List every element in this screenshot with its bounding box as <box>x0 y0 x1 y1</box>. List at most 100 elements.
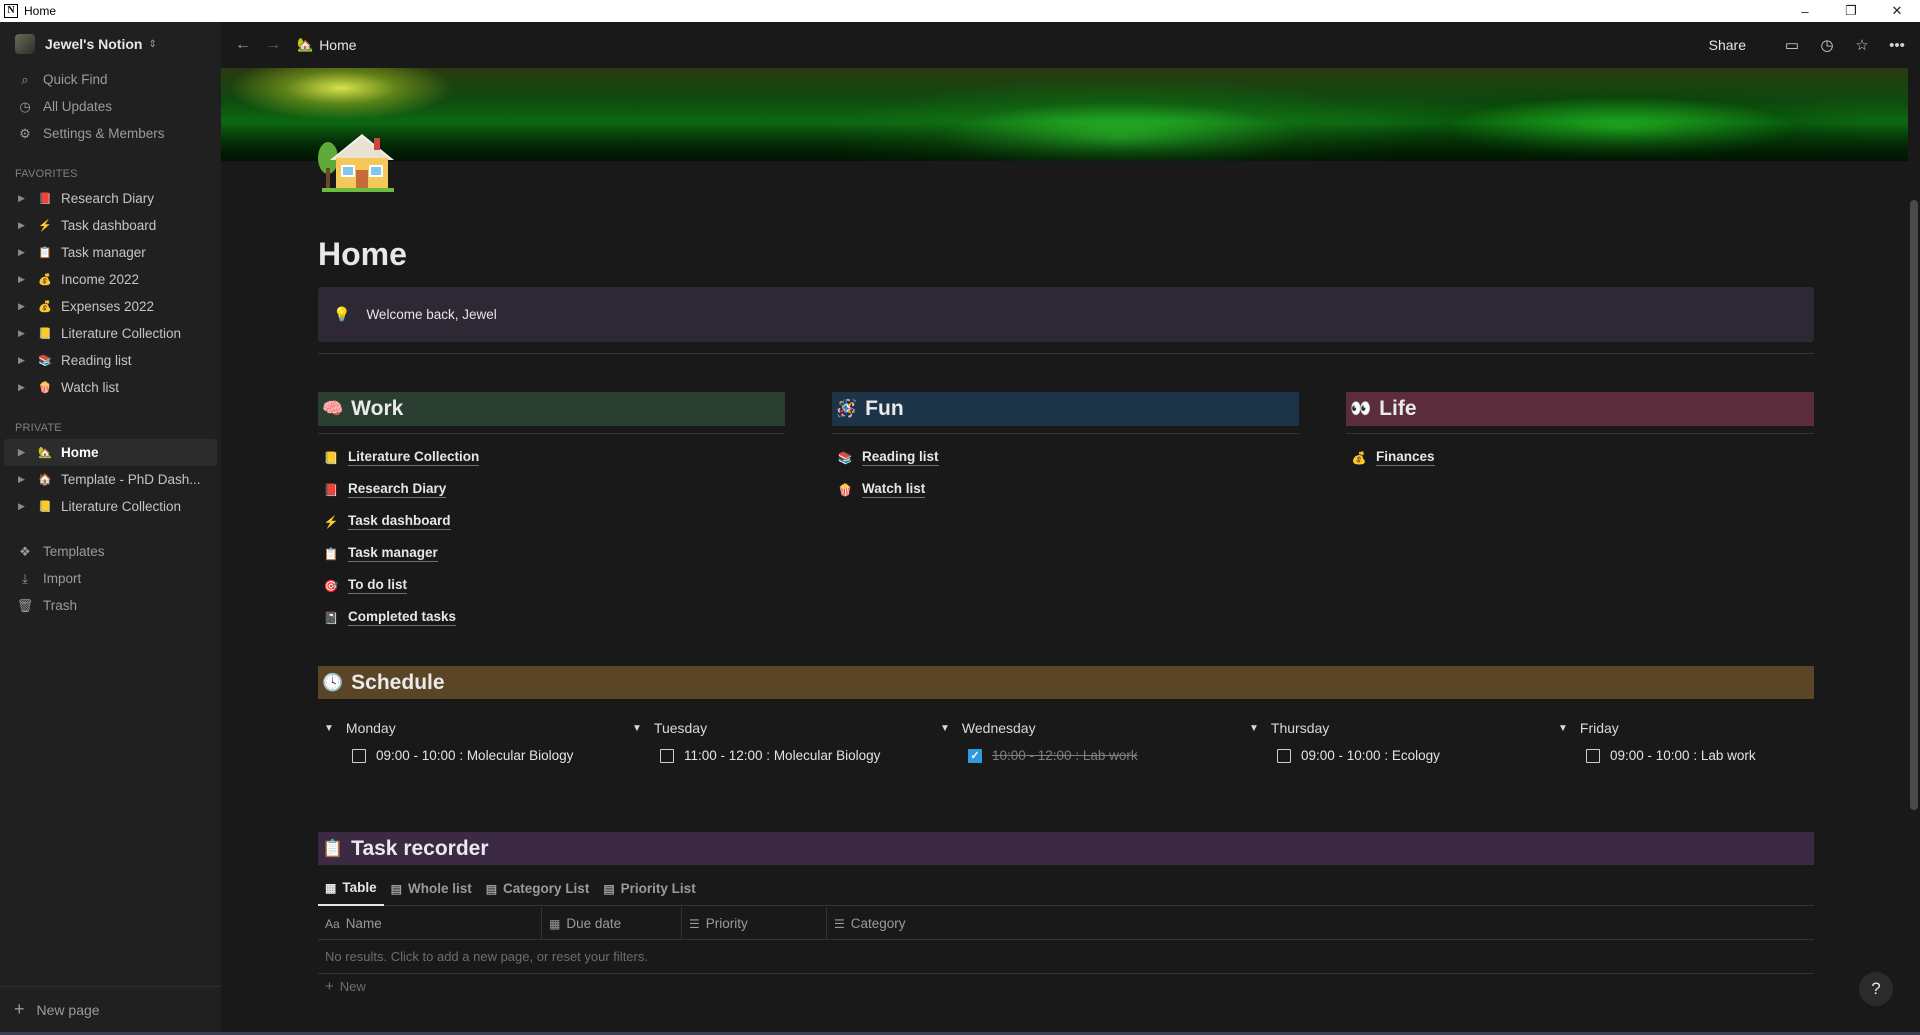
page-title[interactable]: Home <box>318 236 407 273</box>
toggle-triangle-icon[interactable]: ▼ <box>324 723 334 734</box>
toggle-wednesday[interactable]: ▼ Wednesday <box>940 720 1036 736</box>
todo-wednesday[interactable]: ✓ 10:00 - 12:00 : Lab work <box>968 748 1138 763</box>
import-button[interactable]: ⤓ Import <box>0 565 221 592</box>
column-name[interactable]: Aa Name <box>318 907 542 940</box>
toggle-thursday[interactable]: ▼ Thursday <box>1249 720 1329 736</box>
new-row-button[interactable]: + New <box>318 978 366 995</box>
checkbox-checked[interactable]: ✓ <box>968 748 982 763</box>
expand-triangle-icon[interactable]: ▶ <box>18 328 28 339</box>
link-task-manager[interactable]: 📋 Task manager <box>322 545 438 562</box>
more-options-icon[interactable]: ••• <box>1888 36 1906 54</box>
schedule-heading[interactable]: 🕓 Schedule <box>318 666 1814 699</box>
column-priority[interactable]: ☰ Priority <box>682 907 827 940</box>
search-icon: ⌕ <box>21 71 29 87</box>
sidebar-item-income-2022[interactable]: ▶ 💰 Income 2022 <box>0 266 221 293</box>
expand-triangle-icon[interactable]: ▶ <box>18 301 28 312</box>
expand-triangle-icon[interactable]: ▶ <box>18 193 28 204</box>
sidebar-item-task-manager[interactable]: ▶ 📋 Task manager <box>0 239 221 266</box>
plus-icon: + <box>14 999 25 1019</box>
restore-button[interactable]: ❐ <box>1828 0 1874 22</box>
templates-button[interactable]: ❖ Templates <box>0 538 221 565</box>
close-button[interactable]: ✕ <box>1874 0 1920 22</box>
link-watch-list[interactable]: 🍿 Watch list <box>836 481 926 498</box>
sidebar-item-expenses-2022[interactable]: ▶ 💰 Expenses 2022 <box>0 293 221 320</box>
toggle-tuesday[interactable]: ▼ Tuesday <box>632 720 707 736</box>
expand-triangle-icon[interactable]: ▶ <box>18 247 28 258</box>
sidebar-item-watch-list[interactable]: ▶ 🍿 Watch list <box>0 374 221 401</box>
sidebar-item-task-dashboard[interactable]: ▶ ⚡ Task dashboard <box>0 212 221 239</box>
breadcrumb[interactable]: 🏡 Home <box>297 37 357 53</box>
expand-triangle-icon[interactable]: ▶ <box>18 447 28 458</box>
scrollbar-thumb[interactable] <box>1910 200 1918 810</box>
link-task-dashboard[interactable]: ⚡ Task dashboard <box>322 513 451 530</box>
history-clock-icon[interactable]: ◷ <box>1818 36 1836 54</box>
life-heading[interactable]: 👀 Life <box>1346 392 1814 426</box>
settings-button[interactable]: ⚙ Settings & Members <box>0 120 221 147</box>
sidebar-item-home[interactable]: ▶ 🏡 Home <box>4 439 217 466</box>
new-page-button[interactable]: + New page <box>0 986 221 1032</box>
checkbox[interactable] <box>1586 748 1600 763</box>
tab-table[interactable]: ▦ Table <box>318 872 384 906</box>
link-completed-tasks[interactable]: 📓 Completed tasks <box>322 609 457 626</box>
fun-heading[interactable]: 🪅 Fun <box>832 392 1299 426</box>
expand-triangle-icon[interactable]: ▶ <box>18 274 28 285</box>
link-to-do-list[interactable]: 🎯 To do list <box>322 577 407 594</box>
all-updates-button[interactable]: ◷ All Updates <box>0 93 221 120</box>
expand-triangle-icon[interactable]: ▶ <box>18 220 28 231</box>
expand-triangle-icon[interactable]: ▶ <box>18 382 28 393</box>
sidebar-item-research-diary[interactable]: ▶ 📕 Research Diary <box>0 185 221 212</box>
clipboard-icon: 📋 <box>322 838 344 858</box>
checkbox[interactable] <box>352 748 366 763</box>
toggle-triangle-icon[interactable]: ▼ <box>1249 723 1259 734</box>
toggle-triangle-icon[interactable]: ▼ <box>1558 723 1568 734</box>
house-icon[interactable] <box>318 124 398 196</box>
column-due-date[interactable]: ▦ Due date <box>542 907 682 940</box>
quick-find-button[interactable]: ⌕ Quick Find <box>0 66 221 93</box>
tab-whole-list[interactable]: ▤ Whole list <box>384 872 479 906</box>
todo-tuesday[interactable]: 11:00 - 12:00 : Molecular Biology <box>660 748 880 763</box>
toggle-friday[interactable]: ▼ Friday <box>1558 720 1619 736</box>
sidebar-item-reading-list[interactable]: ▶ 📚 Reading list <box>0 347 221 374</box>
brain-icon: 🧠 <box>322 399 344 418</box>
work-heading[interactable]: 🧠 Work <box>318 392 785 426</box>
toggle-monday[interactable]: ▼ Monday <box>324 720 396 736</box>
task-recorder-heading[interactable]: 📋 Task recorder <box>318 832 1814 865</box>
link-literature-collection[interactable]: 📒 Literature Collection <box>322 449 480 466</box>
sidebar-item-literature-collection[interactable]: ▶ 📒 Literature Collection <box>0 320 221 347</box>
expand-triangle-icon[interactable]: ▶ <box>18 474 28 485</box>
clock-icon: 🕓 <box>322 672 344 692</box>
workspace-switcher[interactable]: Jewel's Notion ⇕ <box>0 22 221 66</box>
checkbox[interactable] <box>1277 748 1291 763</box>
column-label: Name <box>345 916 382 931</box>
back-arrow-icon[interactable]: ← <box>235 36 251 54</box>
link-research-diary[interactable]: 📕 Research Diary <box>322 481 447 498</box>
book-icon: 📕 <box>323 482 339 497</box>
link-finances[interactable]: 💰 Finances <box>1350 449 1435 466</box>
star-icon[interactable]: ☆ <box>1853 36 1871 54</box>
share-button[interactable]: Share <box>1709 37 1746 53</box>
welcome-callout[interactable]: 💡 Welcome back, Jewel <box>318 287 1814 342</box>
toggle-triangle-icon[interactable]: ▼ <box>632 723 642 734</box>
empty-results-row[interactable]: No results. Click to add a new page, or … <box>318 940 1814 974</box>
help-button[interactable]: ? <box>1859 972 1893 1006</box>
comment-icon[interactable]: ▭ <box>1783 36 1801 54</box>
minimize-button[interactable]: – <box>1782 0 1828 22</box>
link-reading-list[interactable]: 📚 Reading list <box>836 449 939 466</box>
expand-triangle-icon[interactable]: ▶ <box>18 355 28 366</box>
forward-arrow-icon[interactable]: → <box>265 36 281 54</box>
sidebar-item-label: Expenses 2022 <box>61 299 155 314</box>
checkbox[interactable] <box>660 748 674 763</box>
money-bag-icon: 💰 <box>1351 450 1367 465</box>
expand-triangle-icon[interactable]: ▶ <box>18 501 28 512</box>
todo-monday[interactable]: 09:00 - 10:00 : Molecular Biology <box>352 748 573 763</box>
sidebar-item-template-phd[interactable]: ▶ 🏠 Template - PhD Dash... <box>0 466 221 493</box>
tab-category-list[interactable]: ▤ Category List <box>479 872 597 906</box>
templates-icon: ❖ <box>19 543 31 559</box>
todo-thursday[interactable]: 09:00 - 10:00 : Ecology <box>1277 748 1440 763</box>
toggle-triangle-icon[interactable]: ▼ <box>940 723 950 734</box>
tab-priority-list[interactable]: ▤ Priority List <box>596 872 702 906</box>
sidebar-item-literature-collection-private[interactable]: ▶ 📒 Literature Collection <box>0 493 221 520</box>
trash-button[interactable]: 🗑 Trash <box>0 592 221 619</box>
todo-friday[interactable]: 09:00 - 10:00 : Lab work <box>1586 748 1756 763</box>
column-category[interactable]: ☰ Category <box>827 907 987 940</box>
